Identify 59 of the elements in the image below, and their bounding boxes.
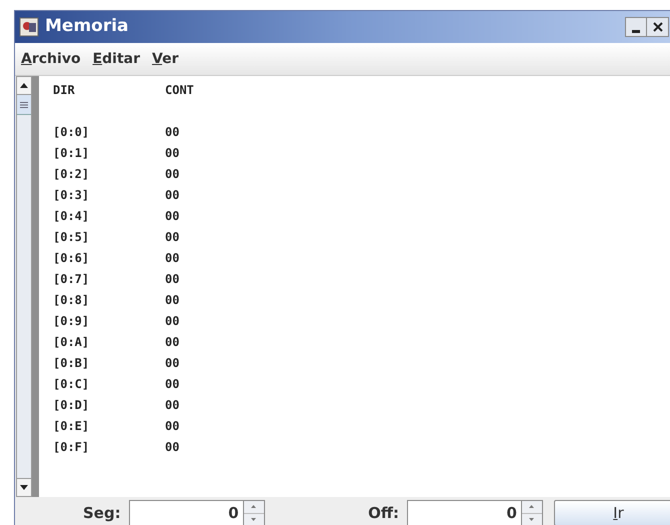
table-cell-text: 00	[165, 439, 180, 456]
offset-field[interactable]: 0	[406, 500, 522, 525]
table-cell-text: [0:5]	[53, 229, 90, 246]
table-cell-text: 00	[165, 124, 180, 141]
table-cell-text: [0:A]	[53, 334, 90, 351]
up-arrow-icon	[251, 505, 256, 508]
table-cell-text: [0:7]	[53, 271, 90, 288]
table-cell-text: [0:1]	[53, 145, 90, 162]
menu-item[interactable]: Ver	[152, 48, 178, 70]
table-cell-text: 00	[165, 397, 180, 414]
close-icon	[652, 22, 662, 32]
minimize-icon	[632, 30, 640, 33]
segment-field[interactable]: 0	[128, 500, 244, 525]
table-cell-text: [0:F]	[53, 439, 90, 456]
go-button[interactable]: Ir	[554, 500, 670, 525]
window-title: Memoria	[45, 15, 129, 38]
table-cell-text: [0:C]	[53, 376, 90, 393]
table-cell-text: 00	[165, 271, 180, 288]
table-cell-text: 00	[165, 229, 180, 246]
table-cell-text: [0:0]	[53, 124, 90, 141]
app-icon	[19, 17, 39, 37]
table-cell-text: [0:3]	[53, 187, 90, 204]
minimize-button[interactable]	[625, 17, 647, 37]
spinner-arrows[interactable]	[522, 500, 543, 525]
scrollbar[interactable]	[16, 76, 32, 497]
offset-label: Off:	[368, 502, 399, 524]
up-arrow-icon	[20, 83, 28, 88]
table-cell-text: 00	[165, 187, 180, 204]
spinner-arrows[interactable]	[244, 500, 265, 525]
table-cell-text: 00	[165, 313, 180, 330]
table-cell-text: [0:2]	[53, 166, 90, 183]
down-arrow-icon	[529, 518, 534, 521]
table-cell-text: [0:8]	[53, 292, 90, 309]
down-arrow-icon	[251, 518, 256, 521]
close-button[interactable]	[647, 17, 669, 37]
table-cell-text: 00	[165, 376, 180, 393]
column-header: DIR	[53, 82, 76, 99]
table-cell-text: 00	[165, 418, 180, 435]
table-cell-text: [0:9]	[53, 313, 90, 330]
table-cell-text: [0:E]	[53, 418, 90, 435]
table-cell-text: 00	[165, 292, 180, 309]
menu-item[interactable]: Editar	[92, 48, 140, 70]
table-cell-text: 00	[165, 166, 180, 183]
scroll-thumb[interactable]	[17, 95, 31, 115]
table-cell-text: [0:D]	[53, 397, 90, 414]
menu-item[interactable]: Archivo	[21, 48, 81, 70]
table-cell-text: [0:4]	[53, 208, 90, 225]
table-cell-text: 00	[165, 208, 180, 225]
grip-icon	[20, 102, 28, 108]
table-cell-text: 00	[165, 145, 180, 162]
table-cell-text: 00	[165, 250, 180, 267]
table-cell-text: 00	[165, 334, 180, 351]
table-cell-text: 00	[165, 355, 180, 372]
up-arrow-icon	[529, 505, 534, 508]
down-arrow-icon	[20, 485, 28, 490]
column-header: CONT	[165, 82, 195, 99]
table-cell-text: [0:B]	[53, 355, 90, 372]
segment-label: Seg:	[83, 502, 121, 524]
table-cell-text: [0:6]	[53, 250, 90, 267]
